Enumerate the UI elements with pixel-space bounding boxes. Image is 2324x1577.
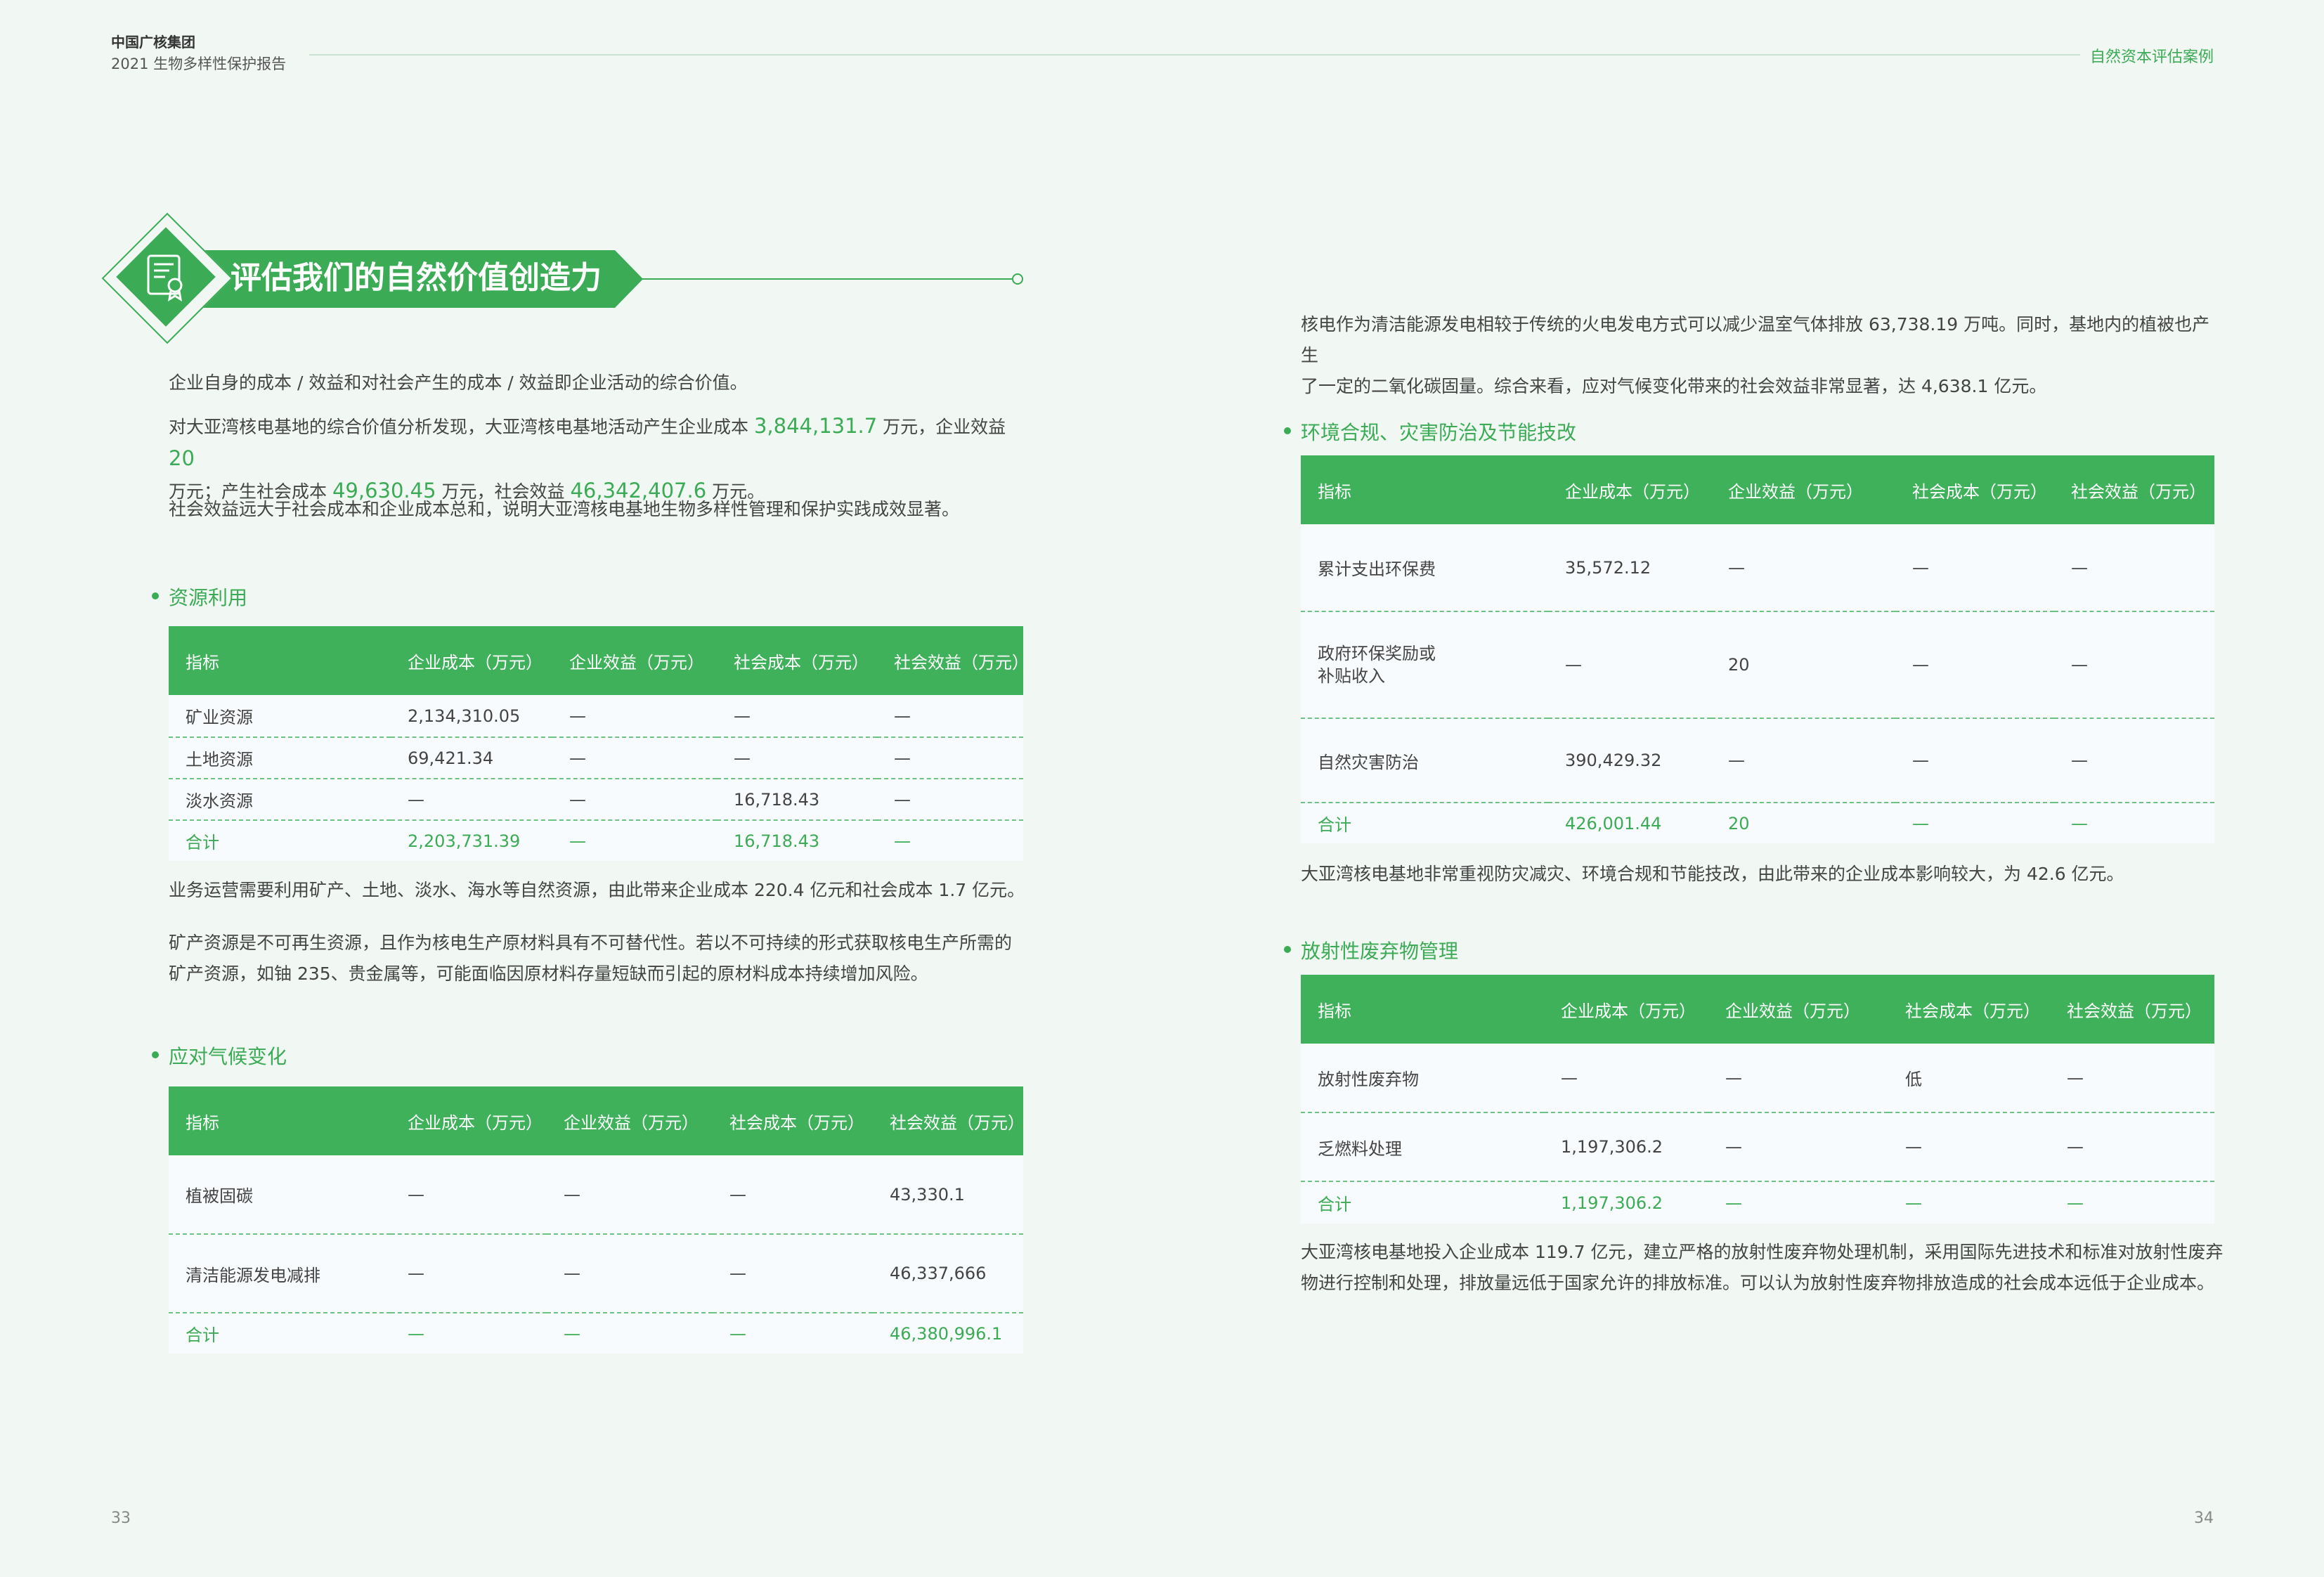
col-social-cost: 社会成本（万元） [1895,455,2054,524]
table-row: 放射性废弃物 — — 低 — [1301,1044,2214,1113]
header-divider [309,54,2080,56]
header-report-title: 2021 生物多样性保护报告 [111,56,287,72]
col-indicator: 指标 [169,626,391,695]
table-total-row: 合计 426,001.44 20— — [1301,803,2214,843]
waste-heading: 放射性废弃物管理 [1283,936,1458,964]
resources-note-1: 业务运营需要利用矿产、土地、淡水、海水等自然资源，由此带来企业成本 220.4 … [169,880,1025,900]
environment-note: 大亚湾核电基地非常重视防灾减灾、环境合规和节能技改，由此带来的企业成本影响较大，… [1301,864,2124,884]
col-indicator: 指标 [1301,455,1548,524]
table-row: 矿业资源 2,134,310.05— — — [169,695,1023,738]
page-number-right: 34 [2194,1510,2214,1527]
climate-summary-paragraph: 核电作为清洁能源发电相较于传统的火电发电方式可以减少温室气体排放 63,738.… [1301,314,2210,396]
page-number-left: 33 [111,1510,131,1527]
environment-table: 指标 企业成本（万元） 企业效益（万元） 社会成本（万元） 社会效益（万元） 累… [1301,455,2214,843]
table-row: 植被固碳 — — —43,330.1 [169,1155,1023,1235]
col-enterprise-benefit: 企业效益（万元） [1711,455,1895,524]
title-rule [604,278,1012,280]
intro-paragraph-3: 社会效益远大于社会成本和企业成本总和，说明大亚湾核电基地生物多样性管理和保护实践… [169,499,960,519]
table-row: 清洁能源发电减排 — — —46,337,666 [169,1234,1023,1313]
intro-paragraph-1: 企业自身的成本 / 效益和对社会产生的成本 / 效益即企业活动的综合价值。 [169,372,748,393]
col-social-benefit: 社会效益（万元） [877,626,1029,695]
col-social-cost: 社会成本（万元） [713,1086,873,1155]
page-title: 评估我们的自然价值创造力 [231,260,602,296]
table-row: 乏燃料处理 1,197,306.2— — — [1301,1112,2214,1182]
intro-paragraph-2: 对大亚湾核电基地的综合价值分析发现，大亚湾核电基地活动产生企业成本 3,844,… [169,414,1006,502]
col-enterprise-benefit: 企业效益（万元） [547,1086,713,1155]
table-row: 土地资源 69,421.34— — — [169,737,1023,779]
header-company: 中国广核集团 [111,34,195,51]
col-indicator: 指标 [169,1086,391,1155]
table-row: 政府环保奖励或 补贴收入 —20— — [1301,611,2214,719]
enterprise-cost-value: 3,844,131.7 [753,414,878,438]
title-rule-end-dot [1012,273,1023,285]
table-row: 累计支出环保费 35,572.12— — — [1301,524,2214,612]
table-total-row: 合计 1,197,306.2— — — [1301,1181,2214,1224]
col-social-benefit: 社会效益（万元） [2050,975,2214,1044]
resources-note-2: 矿产资源是不可再生资源，且作为核电生产原材料具有不可替代性。若以不可持续的形式获… [169,933,1013,984]
environment-heading: 环境合规、灾害防治及节能技改 [1283,417,1576,446]
col-social-benefit: 社会效益（万元） [2054,455,2214,524]
col-social-benefit: 社会效益（万元） [873,1086,1025,1155]
table-row: 淡水资源 — —16,718.43— [169,779,1023,821]
climate-heading: 应对气候变化 [151,1041,287,1070]
waste-table: 指标 企业成本（万元） 企业效益（万元） 社会成本（万元） 社会效益（万元） 放… [1301,975,2214,1224]
resources-table: 指标 企业成本（万元） 企业效益（万元） 社会成本（万元） 社会效益（万元） 矿… [169,626,1029,861]
col-enterprise-benefit: 企业效益（万元） [552,626,717,695]
col-enterprise-cost: 企业成本（万元） [391,626,552,695]
col-enterprise-cost: 企业成本（万元） [391,1086,547,1155]
table-total-row: 合计 2,203,731.39—16,718.43— [169,820,1023,861]
table-total-row: 合计 — — —46,380,996.1 [169,1313,1023,1354]
col-enterprise-cost: 企业成本（万元） [1548,455,1711,524]
col-enterprise-benefit: 企业效益（万元） [1708,975,1888,1044]
resources-heading: 资源利用 [151,583,247,611]
table-row: 自然灾害防治 390,429.32— — — [1301,718,2214,803]
col-social-cost: 社会成本（万元） [1888,975,2050,1044]
climate-table: 指标 企业成本（万元） 企业效益（万元） 社会成本（万元） 社会效益（万元） 植… [169,1086,1025,1354]
col-indicator: 指标 [1301,975,1544,1044]
enterprise-benefit-value: 20 [169,446,195,470]
col-enterprise-cost: 企业成本（万元） [1544,975,1708,1044]
waste-note: 大亚湾核电基地投入企业成本 119.7 亿元，建立严格的放射性废弃物处理机制，采… [1301,1242,2224,1293]
certificate-icon [147,254,183,302]
header-section-name: 自然资本评估案例 [2089,48,2214,66]
col-social-cost: 社会成本（万元） [717,626,877,695]
